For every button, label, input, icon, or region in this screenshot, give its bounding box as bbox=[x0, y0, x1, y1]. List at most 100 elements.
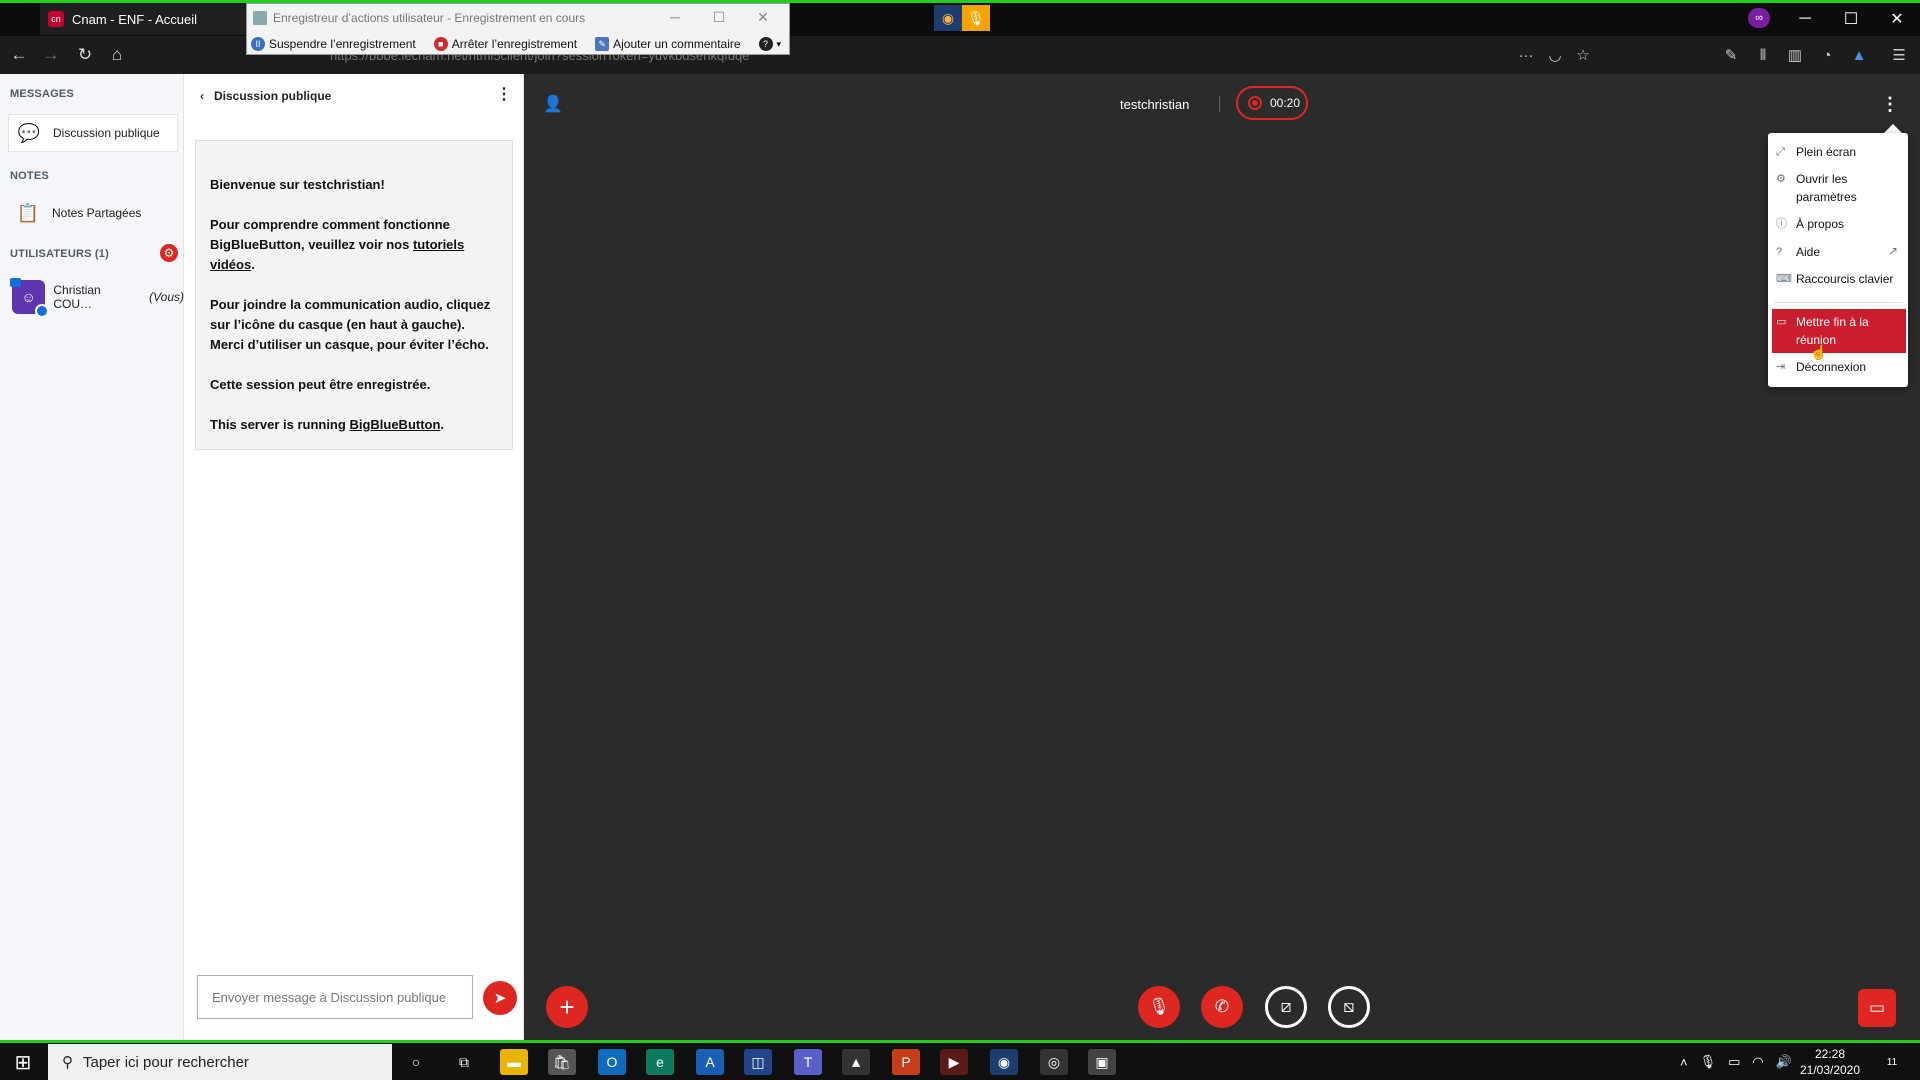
chat-options-icon[interactable]: ⋮ bbox=[496, 84, 512, 104]
recorder-app-icon bbox=[253, 11, 267, 25]
add-comment-button[interactable]: ✎ Ajouter un commentaire bbox=[595, 37, 741, 51]
sidebar-item-shared-notes[interactable]: 📋 Notes Partagées bbox=[8, 194, 178, 232]
send-message-button[interactable]: ➤ bbox=[483, 981, 517, 1015]
audio-status-icon bbox=[35, 304, 50, 318]
sidebar-item-public-chat[interactable]: 💬 Discussion publique bbox=[8, 114, 178, 152]
dropdown-caret bbox=[1884, 124, 1902, 133]
recording-indicator[interactable]: 00:20 bbox=[1236, 86, 1308, 120]
taskbar-clock[interactable]: 22:28 21/03/2020 bbox=[1790, 1044, 1870, 1080]
chat-message-input[interactable]: Envoyer message à Discussion publique bbox=[197, 975, 473, 1019]
help-dropdown-button[interactable]: ? ▾ bbox=[758, 37, 782, 51]
powerpoint-icon[interactable]: P bbox=[892, 1049, 920, 1075]
menu-item-shortcuts[interactable]: ⌨ Raccourcis clavier bbox=[1776, 270, 1902, 288]
menu-item-settings[interactable]: ⚙ Ouvrir les paramètres bbox=[1776, 170, 1902, 206]
outlook-icon[interactable]: O bbox=[598, 1049, 626, 1075]
photos-icon[interactable]: ▲ bbox=[842, 1049, 870, 1075]
camera-off-icon: ⧄ bbox=[1280, 997, 1292, 1016]
windows-start-icon[interactable]: ⊞ bbox=[10, 1050, 36, 1074]
user-name: Christian COU… bbox=[53, 283, 101, 311]
dropdown-arrow-icon: ▾ bbox=[776, 38, 782, 49]
teams-icon[interactable]: T bbox=[794, 1049, 822, 1075]
chat-header[interactable]: ‹ Discussion publique bbox=[200, 86, 520, 106]
recorder-close-icon[interactable]: ✕ bbox=[741, 6, 785, 28]
chevron-up-icon[interactable]: ˄ bbox=[1680, 1055, 1688, 1070]
chat-title: Discussion publique bbox=[214, 89, 332, 103]
firefox-icon[interactable]: ◉ bbox=[934, 5, 962, 31]
system-tray: ˄ 🎙 ▭ ◠ 🔊 bbox=[1680, 1052, 1792, 1072]
recorder-minimize-icon[interactable]: ─ bbox=[653, 6, 697, 28]
notification-center-icon[interactable]: 11 bbox=[1880, 1050, 1904, 1074]
close-icon[interactable]: ✕ bbox=[1874, 3, 1920, 35]
bigbluebutton-link[interactable]: BigBlueButton bbox=[349, 417, 440, 432]
store-icon[interactable]: 🛍 bbox=[548, 1049, 576, 1075]
private-browsing-icon: ∞ bbox=[1748, 8, 1770, 28]
recorder-maximize-icon[interactable]: ☐ bbox=[697, 6, 741, 28]
cnam-favicon-icon: cn bbox=[48, 11, 64, 27]
account-icon[interactable]: ◔ bbox=[1816, 44, 1838, 66]
user-you-label: (Vous) bbox=[149, 290, 184, 304]
dictionary-icon[interactable]: A bbox=[696, 1049, 724, 1075]
battery-icon[interactable]: ▭ bbox=[1728, 1054, 1740, 1070]
step-recorder-window: Enregistreur d’actions utilisateur - Enr… bbox=[246, 3, 790, 55]
leave-audio-button[interactable]: ✆ bbox=[1201, 986, 1243, 1028]
menu-item-fullscreen[interactable]: ⤢ Plein écran bbox=[1776, 143, 1902, 161]
home-icon[interactable]: ⌂ bbox=[106, 44, 128, 66]
microphone-button[interactable]: 🎙 bbox=[1138, 986, 1180, 1028]
welcome-message: Bienvenue sur testchristian! Pour compre… bbox=[195, 140, 513, 450]
media-player-icon[interactable]: ▶ bbox=[940, 1049, 968, 1075]
wifi-icon[interactable]: ◠ bbox=[1752, 1054, 1763, 1070]
actions-plus-button[interactable]: + bbox=[546, 986, 588, 1028]
edge-icon[interactable]: e bbox=[646, 1049, 674, 1075]
back-icon[interactable]: ← bbox=[8, 44, 30, 66]
steps-recorder-icon[interactable]: ▣ bbox=[1088, 1049, 1116, 1075]
clock-time: 22:28 bbox=[1814, 1047, 1846, 1061]
help-circle-icon: ? bbox=[1776, 246, 1783, 258]
pocket-icon[interactable]: ◡ bbox=[1544, 44, 1566, 66]
pause-icon: II bbox=[251, 37, 265, 51]
stop-recording-button[interactable]: ■ Arrêter l’enregistrement bbox=[433, 37, 577, 51]
extension-icon[interactable]: ▲ bbox=[1848, 44, 1870, 66]
menu-item-logout[interactable]: ⇥ Déconnexion bbox=[1776, 358, 1902, 376]
recorder-window-controls: ─ ☐ ✕ bbox=[653, 6, 785, 28]
cortana-icon[interactable]: ○ bbox=[402, 1049, 430, 1075]
pause-recording-button[interactable]: II Suspendre l’enregistrement bbox=[251, 37, 416, 51]
tools-icon[interactable]: ✎ bbox=[1720, 44, 1742, 66]
options-menu-button[interactable]: ⋮ bbox=[1881, 92, 1899, 116]
menu-item-about[interactable]: ⓘ À propos bbox=[1776, 215, 1902, 233]
bookmark-star-icon[interactable]: ☆ bbox=[1572, 44, 1594, 66]
menu-item-help[interactable]: ? Aide bbox=[1776, 243, 1902, 261]
maximize-icon[interactable]: ☐ bbox=[1828, 3, 1874, 35]
app-icon[interactable]: ◫ bbox=[744, 1049, 772, 1075]
chrome-icon[interactable]: ◎ bbox=[1040, 1049, 1068, 1075]
send-icon: ➤ bbox=[493, 990, 507, 1007]
user-settings-gear-icon[interactable]: ⚙ bbox=[160, 244, 178, 262]
user-list-item[interactable]: ☺ Christian COU… (Vous) bbox=[10, 278, 184, 318]
fullscreen-icon: ⤢ bbox=[1776, 146, 1785, 158]
firefox-taskbar-icon[interactable]: ◉ bbox=[990, 1049, 1018, 1075]
webcam-button[interactable]: ⧄ bbox=[1265, 986, 1307, 1028]
reload-icon[interactable]: ↻ bbox=[74, 44, 96, 66]
minimize-icon[interactable]: ─ bbox=[1782, 3, 1828, 35]
window-controls: ─ ☐ ✕ bbox=[1782, 3, 1920, 35]
external-link-icon: ↗ bbox=[1888, 244, 1899, 258]
taskbar-search-input[interactable]: ⚲ Taper ici pour rechercher bbox=[48, 1044, 392, 1080]
mic-tray-icon[interactable]: 🎙 bbox=[1700, 1054, 1717, 1070]
presentation-button[interactable]: ▭ bbox=[1858, 989, 1896, 1027]
info-icon: ⓘ bbox=[1776, 218, 1787, 230]
screenshare-button[interactable]: ⧅ bbox=[1328, 986, 1370, 1028]
library-icon[interactable]: ⫴ bbox=[1752, 44, 1774, 66]
toggle-userlist-icon[interactable]: 👤 bbox=[543, 94, 563, 114]
menu-item-end-meeting[interactable]: ▭ Mettre fin à la réunion bbox=[1772, 309, 1906, 353]
welcome-paragraph-server: This server is running BigBlueButton. bbox=[210, 417, 445, 432]
task-view-icon[interactable]: ⧉ bbox=[450, 1049, 478, 1075]
forward-icon[interactable]: → bbox=[40, 44, 62, 66]
chevron-left-icon[interactable]: ‹ bbox=[200, 89, 204, 103]
more-actions-icon[interactable]: ··· bbox=[1515, 44, 1537, 66]
browser-tab[interactable]: cn Cnam - ENF - Accueil bbox=[40, 3, 250, 35]
microphone-indicator-icon[interactable]: 🎙 bbox=[962, 5, 990, 31]
file-explorer-icon[interactable]: ▬ bbox=[500, 1049, 528, 1075]
meeting-title: testchristian bbox=[1120, 96, 1190, 112]
sidebar-icon[interactable]: ▥ bbox=[1784, 44, 1806, 66]
extension-icons: ◉ 🎙 bbox=[934, 5, 990, 31]
hamburger-menu-icon[interactable]: ☰ bbox=[1888, 44, 1910, 66]
